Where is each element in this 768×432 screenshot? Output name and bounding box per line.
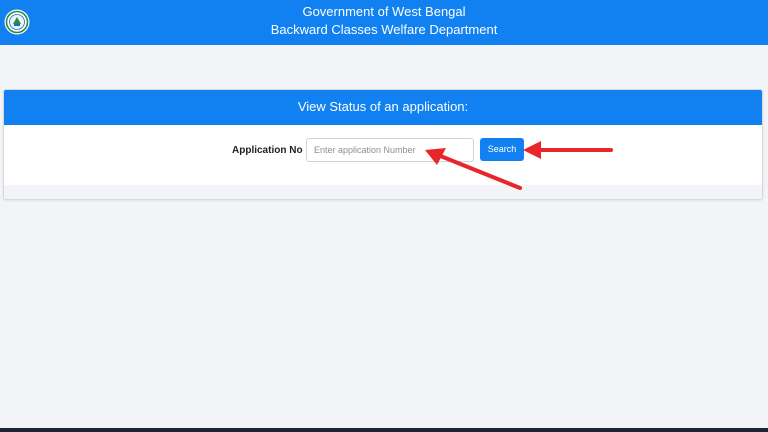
header-line-department: Backward Classes Welfare Department — [270, 22, 498, 37]
site-header: Government of West Bengal Backward Class… — [0, 0, 768, 45]
status-search-card: View Status of an application: Applicati… — [3, 89, 763, 200]
annotation-arrows — [425, 141, 613, 190]
card-title: View Status of an application: — [4, 90, 762, 125]
bottom-strip — [0, 428, 768, 432]
header-title: Government of West Bengal Backward Class… — [0, 3, 768, 39]
header-line-government: Government of West Bengal — [302, 4, 466, 19]
application-number-label: Application No : — [232, 145, 309, 156]
card-footer — [4, 185, 762, 199]
search-button[interactable]: Search — [480, 138, 524, 161]
application-number-input[interactable] — [306, 138, 474, 162]
